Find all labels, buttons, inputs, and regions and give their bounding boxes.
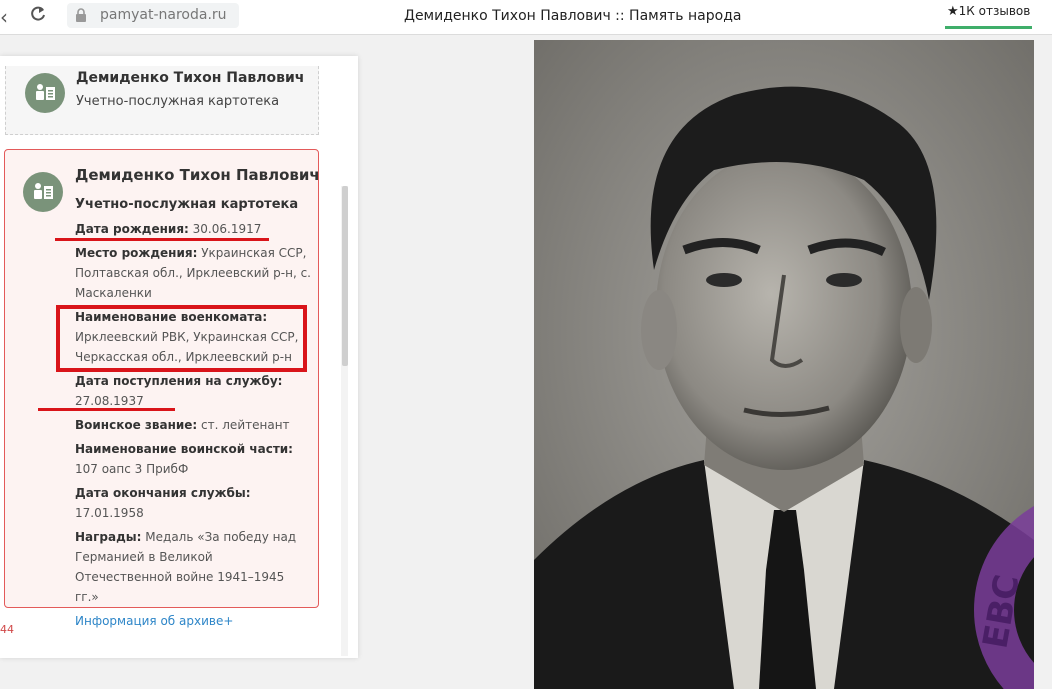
military-unit-field: Наименование воинской части: 107 оапс 3 … — [75, 442, 293, 476]
enlistment-office-highlight — [56, 305, 307, 372]
reviews-button[interactable]: ★1К отзывов — [945, 4, 1033, 29]
record-fields: Дата рождения: 30.06.1917 Место рождения… — [75, 219, 311, 631]
archive-info-link[interactable]: Информация об архиве+ — [75, 614, 233, 628]
person-name: Демиденко Тихон Павлович — [75, 166, 320, 184]
rank-field: Воинское звание: ст. лейтенант — [75, 418, 290, 432]
person-card-icon — [23, 172, 63, 212]
page-number: 44 — [0, 623, 14, 636]
reload-icon[interactable] — [29, 5, 47, 23]
awards-field: Награды: Медаль «За победу над Германией… — [75, 530, 297, 604]
url-text: pamyat-naroda.ru — [100, 7, 227, 23]
page-title: Демиденко Тихон Павлович :: Память народ… — [404, 8, 742, 24]
service-start-field: Дата поступления на службу: 27.08.1937 — [75, 374, 283, 408]
browser-toolbar: ‹ pamyat-naroda.ru Демиденко Тихон Павло… — [0, 0, 1052, 35]
record-card-collapsed[interactable]: Демиденко Тихон Павлович Учетно-послужна… — [5, 66, 319, 135]
portrait-image: ЕВС — [534, 40, 1034, 689]
person-name[interactable]: Демиденко Тихон Павлович — [76, 70, 304, 86]
birth-date-field: Дата рождения: 30.06.1917 — [75, 222, 262, 236]
star-icon: ★ — [947, 4, 959, 19]
portrait-photo: ЕВС — [534, 40, 1034, 689]
address-bar[interactable]: pamyat-naroda.ru — [67, 3, 239, 28]
birth-date-underline — [55, 238, 269, 241]
birth-place-field: Место рождения: Украинская ССР, Полтавск… — [75, 246, 311, 300]
back-icon[interactable]: ‹ — [0, 5, 8, 29]
service-end-field: Дата окончания службы: 17.01.1958 — [75, 486, 251, 520]
scrollbar-thumb[interactable] — [342, 186, 348, 366]
person-card-icon — [25, 73, 65, 113]
reviews-label: 1К отзывов — [958, 4, 1031, 18]
record-card-expanded: Демиденко Тихон Павлович Учетно-послужна… — [4, 149, 320, 628]
lock-icon — [76, 8, 86, 22]
service-start-underline — [38, 408, 175, 411]
record-type: Учетно-послужная картотека — [76, 94, 280, 109]
record-type: Учетно-послужная картотека — [75, 197, 299, 212]
